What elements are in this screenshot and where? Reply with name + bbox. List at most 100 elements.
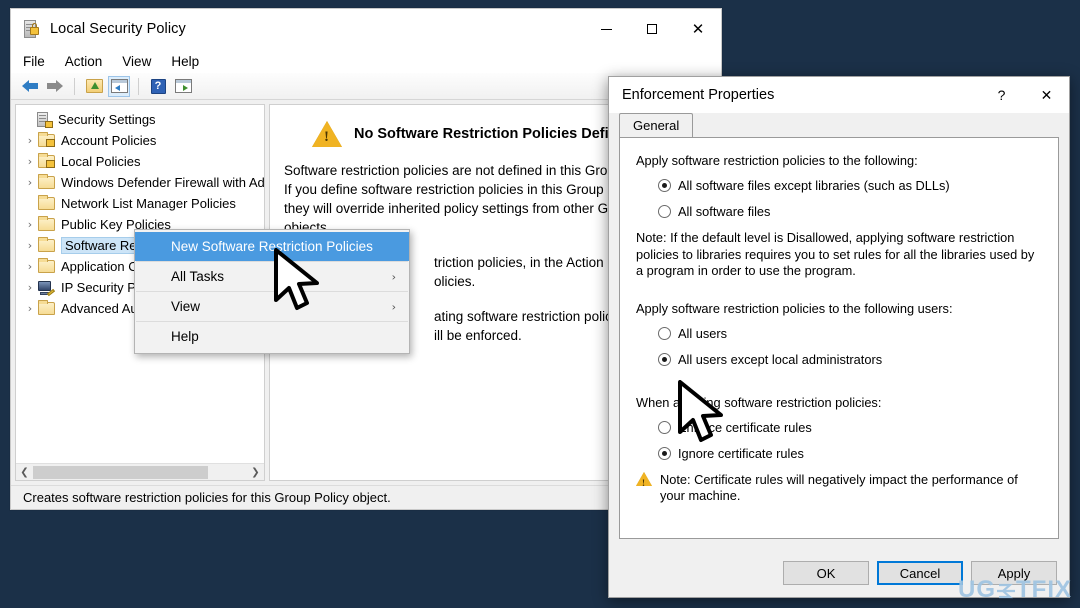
chevron-right-icon[interactable]: › — [22, 176, 38, 189]
tree-item-label: Network List Manager Policies — [61, 196, 236, 211]
context-menu-item-all-tasks[interactable]: All Tasks › — [135, 262, 409, 291]
mmc-titlebar: Local Security Policy ✕ — [11, 9, 721, 49]
chevron-right-icon[interactable]: › — [22, 155, 38, 168]
toolbar-separator — [74, 77, 75, 95]
window-title: Local Security Policy — [50, 21, 186, 37]
dialog-tabstrip: General — [619, 113, 1059, 137]
radio-button-icon[interactable] — [658, 352, 671, 366]
radio-button-icon[interactable] — [658, 205, 671, 218]
tree-horizontal-scrollbar[interactable]: ❮ ❯ — [16, 463, 264, 480]
tree-item-label: Windows Defender Firewall with Adva — [61, 175, 265, 190]
dialog-window-controls: ? ✕ — [979, 77, 1069, 113]
chevron-right-icon[interactable]: › — [22, 302, 38, 315]
radio-button-icon[interactable] — [658, 179, 671, 192]
radio-ignore-certificate-rules[interactable]: Ignore certificate rules — [658, 446, 1042, 462]
details-heading: No Software Restriction Policies Defined — [354, 126, 635, 142]
menu-help[interactable]: Help — [171, 52, 209, 71]
show-hide-action-pane-button[interactable] — [172, 76, 194, 97]
submenu-arrow-icon: › — [391, 270, 396, 283]
ugetfix-watermark: UG TFIX — [958, 576, 1072, 604]
scrollbar-thumb[interactable] — [33, 465, 208, 479]
libraries-note: Note: If the default level is Disallowed… — [636, 230, 1035, 278]
back-icon — [22, 79, 38, 93]
context-menu-item-label: Help — [171, 329, 199, 344]
cancel-button[interactable]: Cancel — [877, 561, 963, 585]
help-icon: ? — [150, 78, 166, 94]
ip-security-icon — [38, 280, 56, 296]
tree-item-windows-defender-firewall[interactable]: › Windows Defender Firewall with Adva — [16, 172, 264, 193]
radio-button-icon[interactable] — [658, 326, 671, 340]
warning-triangle-icon — [312, 121, 342, 147]
dialog-general-panel: Apply software restriction policies to t… — [619, 137, 1059, 539]
radio-button-icon[interactable] — [658, 420, 671, 434]
when-applying-label: When applying software restriction polic… — [636, 394, 882, 410]
menu-action[interactable]: Action — [65, 52, 113, 71]
cancel-button-label: Cancel — [899, 565, 941, 581]
radio-label: Ignore certificate rules — [678, 445, 804, 461]
up-one-level-icon — [85, 79, 103, 93]
tab-label: General — [633, 118, 680, 133]
tab-general[interactable]: General — [619, 113, 694, 137]
folder-locked-icon — [38, 153, 55, 168]
chevron-right-icon[interactable]: › — [22, 218, 38, 231]
help-button[interactable]: ? — [147, 76, 169, 97]
ok-button[interactable]: OK — [783, 561, 869, 585]
radio-label: All software files — [678, 204, 771, 219]
context-menu-item-label: All Tasks — [171, 269, 225, 284]
tree-item-account-policies[interactable]: › Account Policies — [16, 130, 264, 151]
context-menu-item-view[interactable]: View › — [135, 292, 409, 321]
chevron-right-icon[interactable]: › — [22, 134, 38, 147]
dialog-titlebar: Enforcement Properties ? ✕ — [609, 77, 1069, 113]
context-menu-item-help[interactable]: Help — [135, 322, 409, 351]
folder-icon — [38, 216, 55, 231]
tree-item-label: Advanced Au — [61, 301, 138, 316]
radio-all-software-files[interactable]: All software files — [658, 204, 1042, 220]
context-menu[interactable]: New Software Restriction Policies All Ta… — [134, 229, 410, 354]
submenu-arrow-icon: › — [391, 300, 396, 313]
close-icon: ✕ — [1040, 86, 1053, 103]
chevron-right-icon[interactable]: › — [22, 239, 38, 252]
radio-all-software-files-except-libraries[interactable]: All software files except libraries (suc… — [658, 178, 1042, 194]
scroll-right-icon[interactable]: ❯ — [247, 464, 264, 481]
folder-icon — [38, 195, 55, 210]
toolbar-separator-2 — [138, 77, 139, 95]
radio-label: Enforce certificate rules — [678, 419, 812, 435]
radio-all-users-except-local-administrators[interactable]: All users except local administrators — [658, 352, 1042, 368]
window-controls: ✕ — [583, 9, 721, 49]
tree-item-label: IP Security Po — [61, 280, 144, 295]
context-menu-item-label: New Software Restriction Policies — [171, 239, 373, 254]
radio-all-users[interactable]: All users — [658, 326, 1042, 342]
radio-enforce-certificate-rules[interactable]: Enforce certificate rules — [658, 420, 1042, 436]
chevron-right-icon[interactable]: › — [22, 281, 38, 294]
folder-icon — [38, 237, 55, 252]
watermark-part1: UG — [958, 576, 996, 603]
ok-button-label: OK — [816, 565, 836, 581]
tree-item-label: Security Settings — [58, 112, 156, 127]
menu-file[interactable]: File — [23, 52, 55, 71]
back-button[interactable] — [19, 76, 41, 97]
watermark-glyph — [996, 576, 1016, 604]
question-mark-icon: ? — [997, 87, 1006, 103]
menu-view[interactable]: View — [122, 52, 161, 71]
show-hide-console-tree-button[interactable] — [108, 75, 130, 97]
dialog-close-button[interactable]: ✕ — [1024, 77, 1069, 113]
forward-icon — [47, 79, 63, 93]
chevron-right-icon[interactable]: › — [22, 260, 38, 273]
radio-button-icon[interactable] — [658, 446, 671, 460]
certificate-rules-note: Note: Certificate rules will negatively … — [636, 471, 1042, 505]
up-one-level-button[interactable] — [83, 76, 105, 97]
dialog-help-button[interactable]: ? — [979, 77, 1024, 113]
minimize-button[interactable] — [583, 9, 629, 49]
context-menu-item-new-software-restriction-policies[interactable]: New Software Restriction Policies — [135, 232, 409, 261]
scrollbar-track[interactable] — [33, 463, 247, 480]
tree-item-network-list-manager-policies[interactable]: › Network List Manager Policies — [16, 193, 264, 214]
scroll-left-icon[interactable]: ❮ — [16, 464, 33, 481]
close-button[interactable]: ✕ — [675, 9, 721, 49]
forward-button[interactable] — [44, 76, 66, 97]
tree-item-local-policies[interactable]: › Local Policies — [16, 151, 264, 172]
tree-item-security-settings[interactable]: › Security Settings — [16, 109, 264, 130]
folder-icon — [38, 258, 55, 273]
security-settings-icon — [36, 111, 53, 128]
maximize-button[interactable] — [629, 9, 675, 49]
